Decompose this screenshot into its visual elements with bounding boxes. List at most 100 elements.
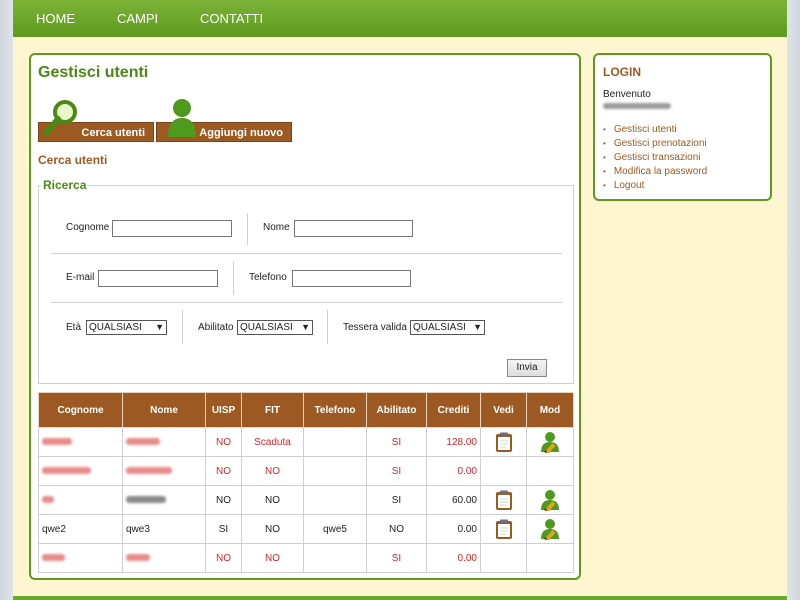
- menu-item: Logout: [603, 179, 707, 193]
- cell-uisp: NO: [205, 456, 242, 486]
- nome-label: Nome: [263, 222, 290, 233]
- cell-cognome: [38, 485, 123, 515]
- cognome-label: Cognome: [66, 222, 110, 233]
- divider: [51, 253, 562, 254]
- col-crediti[interactable]: Crediti: [426, 392, 481, 428]
- redacted-text: [42, 437, 72, 445]
- tessera-label: Tessera valida: [343, 322, 407, 333]
- cell-crediti: 0.00: [426, 543, 481, 573]
- divider: [247, 213, 248, 245]
- menu-item: Modifica la password: [603, 165, 707, 179]
- tessera-select[interactable]: QUALSIASI ▼: [410, 320, 485, 335]
- nav-campi[interactable]: CAMPI: [117, 11, 158, 26]
- clipboard-icon[interactable]: [495, 490, 513, 511]
- table-header-row: Cognome Nome UISP FIT Telefono Abilitato…: [38, 392, 574, 428]
- cognome-input[interactable]: [112, 220, 232, 237]
- cell-mod: [526, 485, 574, 515]
- link-gestisci-transazioni[interactable]: Gestisci transazioni: [614, 152, 701, 163]
- cell-abilitato: NO: [366, 514, 427, 544]
- cell-mod: [526, 514, 574, 544]
- col-abilitato[interactable]: Abilitato: [366, 392, 427, 428]
- telefono-label: Telefono: [249, 272, 287, 283]
- cell-vedi: [480, 514, 527, 544]
- eta-label: Età: [66, 322, 82, 333]
- cell-mod: [526, 543, 574, 573]
- nome-input[interactable]: [294, 220, 413, 237]
- cell-fit: NO: [241, 514, 304, 544]
- col-mod: Mod: [526, 392, 574, 428]
- redacted-text: [42, 495, 54, 503]
- nav-home[interactable]: HOME: [36, 11, 75, 26]
- redacted-text: [126, 466, 172, 474]
- tessera-value: QUALSIASI: [413, 322, 466, 333]
- welcome-text: Benvenuto: [603, 89, 651, 100]
- col-nome[interactable]: Nome: [122, 392, 206, 428]
- divider: [182, 310, 183, 344]
- redacted-text: [42, 553, 65, 561]
- cell-crediti: 0.00: [426, 514, 481, 544]
- edit-user-icon[interactable]: [539, 431, 561, 455]
- add-new-label: Aggiungi nuovo: [199, 127, 283, 139]
- cell-fit: NO: [241, 485, 304, 515]
- cell-mod: [526, 456, 574, 486]
- col-cognome[interactable]: Cognome: [38, 392, 123, 428]
- cell-uisp: SI: [205, 514, 242, 544]
- cell-fit: NO: [241, 456, 304, 486]
- table-row: NO NO SI 0.00: [38, 456, 574, 486]
- table-row: NO NO SI 0.00: [38, 543, 574, 573]
- link-modifica-password[interactable]: Modifica la password: [614, 166, 707, 177]
- clipboard-icon[interactable]: [495, 432, 513, 453]
- cell-cognome: [38, 427, 123, 457]
- cell-uisp: NO: [205, 427, 242, 457]
- main-panel: Gestisci utenti Cerca utenti Aggiungi nu…: [29, 53, 581, 580]
- edit-user-icon[interactable]: [539, 518, 561, 542]
- telefono-input[interactable]: [292, 270, 411, 287]
- cell-uisp: NO: [205, 543, 242, 573]
- clipboard-icon[interactable]: [495, 519, 513, 540]
- cell-telefono: [303, 427, 367, 457]
- abilitato-label: Abilitato: [198, 322, 234, 333]
- link-logout[interactable]: Logout: [614, 180, 645, 191]
- users-table: Cognome Nome UISP FIT Telefono Abilitato…: [38, 392, 574, 573]
- email-input[interactable]: [98, 270, 218, 287]
- eta-value: QUALSIASI: [89, 322, 142, 333]
- col-fit[interactable]: FIT: [241, 392, 304, 428]
- redacted-text: [42, 466, 91, 474]
- page-title: Gestisci utenti: [38, 64, 149, 81]
- chevron-down-icon: ▼: [473, 322, 482, 332]
- cell-nome: [122, 485, 206, 515]
- col-uisp[interactable]: UISP: [205, 392, 242, 428]
- search-users-label: Cerca utenti: [81, 127, 145, 139]
- cell-cognome: [38, 456, 123, 486]
- link-gestisci-prenotazioni[interactable]: Gestisci prenotazioni: [614, 138, 707, 149]
- cell-telefono: [303, 456, 367, 486]
- search-legend: Ricerca: [43, 178, 87, 192]
- top-nav: HOME CAMPI CONTATTI: [13, 0, 787, 37]
- chevron-down-icon: ▼: [155, 322, 164, 332]
- nav-contatti[interactable]: CONTATTI: [200, 11, 263, 26]
- cell-vedi: [480, 427, 527, 457]
- redacted-text: [126, 437, 160, 445]
- edit-user-icon[interactable]: [539, 489, 561, 513]
- col-vedi: Vedi: [480, 392, 527, 428]
- admin-menu: Gestisci utenti Gestisci prenotazioni Ge…: [603, 123, 707, 193]
- eta-select[interactable]: QUALSIASI ▼: [86, 320, 167, 335]
- cell-crediti: 128.00: [426, 427, 481, 457]
- cell-abilitato: SI: [366, 485, 427, 515]
- abilitato-select[interactable]: QUALSIASI ▼: [237, 320, 313, 335]
- cell-crediti: 60.00: [426, 485, 481, 515]
- cell-telefono: qwe5: [303, 514, 367, 544]
- submit-button[interactable]: Invia: [507, 359, 547, 377]
- col-telefono[interactable]: Telefono: [303, 392, 367, 428]
- chevron-down-icon: ▼: [301, 322, 310, 332]
- table-row: qwe2 qwe3 SI NO qwe5 NO 0.00: [38, 514, 574, 544]
- cell-abilitato: SI: [366, 543, 427, 573]
- footer-bar: [13, 596, 787, 600]
- link-gestisci-utenti[interactable]: Gestisci utenti: [614, 124, 677, 135]
- cell-fit: Scaduta: [241, 427, 304, 457]
- table-row: NO Scaduta SI 128.00: [38, 427, 574, 457]
- divider: [233, 261, 234, 295]
- cell-fit: NO: [241, 543, 304, 573]
- menu-item: Gestisci transazioni: [603, 151, 707, 165]
- cell-vedi: [480, 543, 527, 573]
